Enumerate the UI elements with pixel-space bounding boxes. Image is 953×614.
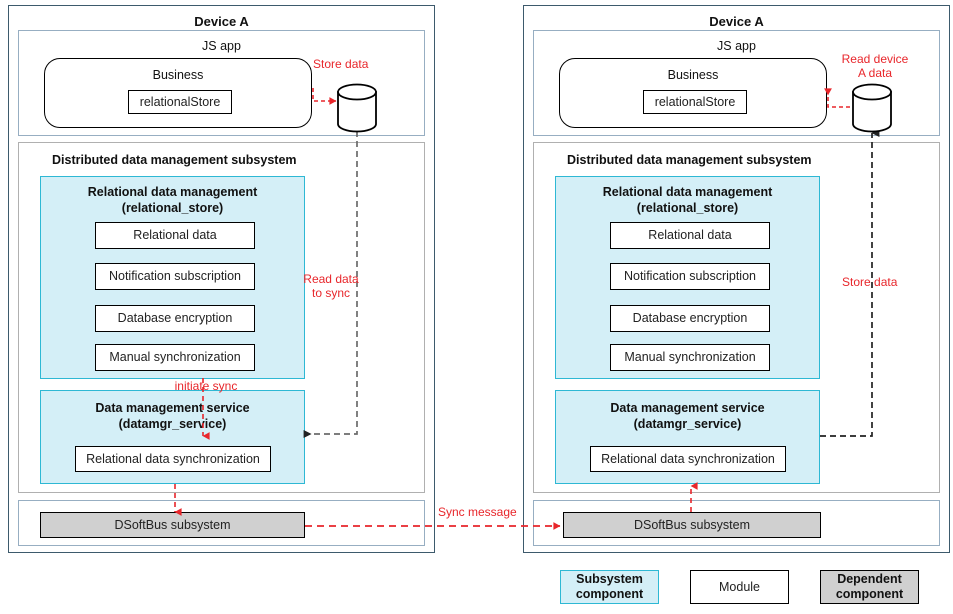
label-initiate-sync-left: initiate sync bbox=[174, 379, 238, 393]
label-read-data-to-sync-left: Read data to sync bbox=[303, 272, 359, 301]
dependent-dsoftbus-left: DSoftBus subsystem bbox=[40, 512, 305, 538]
subsystem-title-line1: Relational data management bbox=[87, 185, 258, 199]
label-read-device-a-data-right: Read device A data bbox=[841, 52, 909, 81]
legend-module: Module bbox=[690, 570, 789, 604]
business-label: Business bbox=[667, 68, 719, 82]
ddms-label: Distributed data management subsystem bbox=[567, 153, 812, 167]
subsystem-title-line2: (datamgr_service) bbox=[633, 416, 742, 431]
js-app-label: JS app bbox=[202, 39, 241, 53]
device-title: Device A bbox=[194, 14, 249, 29]
subsystem-title-line1: Relational data management bbox=[602, 185, 773, 199]
business-label: Business bbox=[152, 68, 204, 82]
subsystem-title-line2: (datamgr_service) bbox=[118, 416, 227, 431]
module-relational-data-right: Relational data bbox=[610, 222, 770, 249]
module-database-encryption-right: Database encryption bbox=[610, 305, 770, 332]
legend-dependent-component: Dependent component bbox=[820, 570, 919, 604]
subsystem-title-line2: (relational_store) bbox=[121, 200, 224, 215]
device-title: Device A bbox=[709, 14, 764, 29]
subsystem-title: Relational data management (relational_s… bbox=[41, 185, 304, 216]
dependent-dsoftbus-right: DSoftBus subsystem bbox=[563, 512, 821, 538]
module-manual-synchronization-right: Manual synchronization bbox=[610, 344, 770, 371]
label-store-data-left: Store data bbox=[313, 57, 369, 71]
module-relational-store-left: relationalStore bbox=[128, 90, 232, 114]
module-notification-subscription-left: Notification subscription bbox=[95, 263, 255, 290]
module-manual-synchronization-left: Manual synchronization bbox=[95, 344, 255, 371]
js-app-label: JS app bbox=[717, 39, 756, 53]
subsystem-title-line1: Data management service bbox=[610, 401, 765, 415]
module-relational-store-right: relationalStore bbox=[643, 90, 747, 114]
legend-subsystem-component: Subsystem component bbox=[560, 570, 659, 604]
label-sync-message: Sync message bbox=[438, 505, 517, 519]
module-relational-data-synchronization-right: Relational data synchronization bbox=[590, 446, 786, 472]
module-relational-data-synchronization-left: Relational data synchronization bbox=[75, 446, 271, 472]
subsystem-title-line2: (relational_store) bbox=[636, 200, 739, 215]
subsystem-title-line1: Data management service bbox=[95, 401, 250, 415]
module-relational-data-left: Relational data bbox=[95, 222, 255, 249]
ddms-label: Distributed data management subsystem bbox=[52, 153, 297, 167]
label-store-data-right: Store data bbox=[842, 275, 898, 289]
module-database-encryption-left: Database encryption bbox=[95, 305, 255, 332]
diagram-canvas: Device A JS app Business relationalStore… bbox=[0, 0, 953, 614]
module-notification-subscription-right: Notification subscription bbox=[610, 263, 770, 290]
subsystem-title: Data management service (datamgr_service… bbox=[556, 401, 819, 432]
subsystem-title: Data management service (datamgr_service… bbox=[41, 401, 304, 432]
subsystem-title: Relational data management (relational_s… bbox=[556, 185, 819, 216]
